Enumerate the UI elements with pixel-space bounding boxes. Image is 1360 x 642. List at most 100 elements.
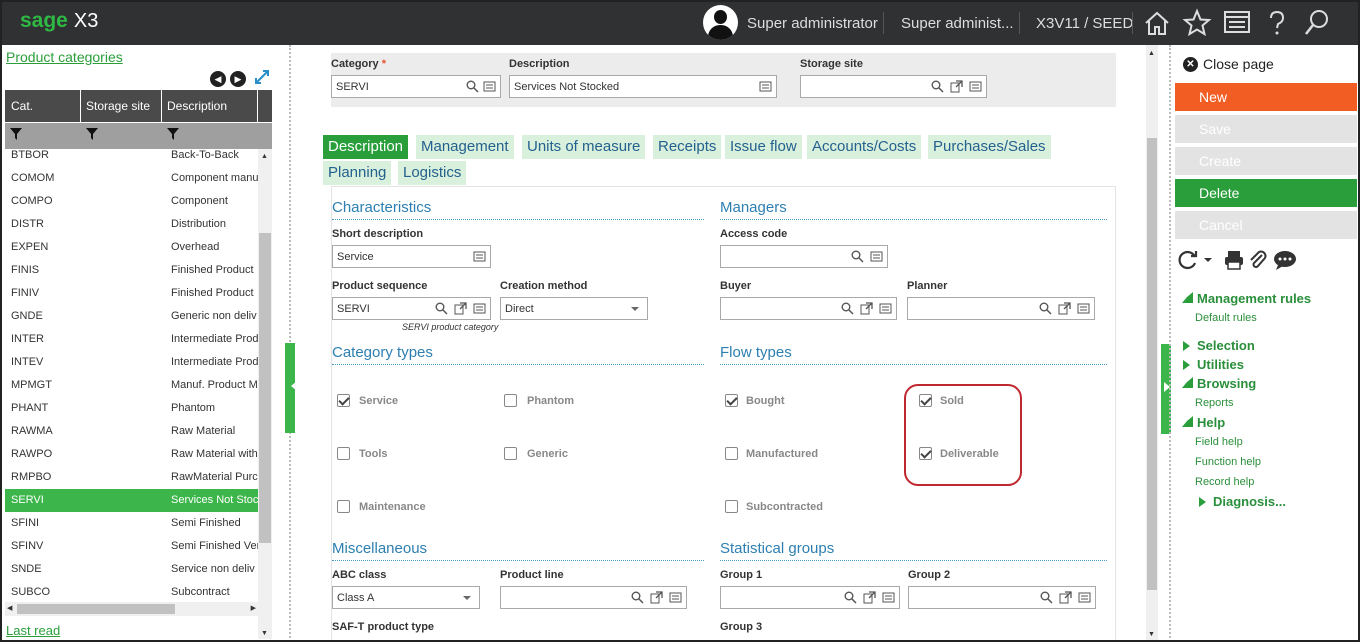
filter-icon[interactable] — [86, 128, 98, 140]
list-icon[interactable] — [882, 591, 895, 604]
filter-icon[interactable] — [167, 128, 179, 140]
product-line-field[interactable] — [500, 586, 687, 609]
short-description-field[interactable]: Service — [332, 245, 491, 268]
category-field[interactable]: SERVI — [331, 75, 501, 98]
description-field[interactable]: Services Not Stocked — [509, 75, 777, 98]
list-item[interactable]: COMPO Component — [5, 190, 258, 213]
group-2-field[interactable] — [908, 586, 1096, 609]
tab-accounts-costs[interactable]: Accounts/Costs — [807, 135, 922, 159]
tab-management[interactable]: Management — [416, 135, 514, 159]
role-name[interactable]: Super administ... — [901, 15, 1014, 32]
access-code-field[interactable] — [720, 245, 888, 268]
star-icon[interactable] — [1182, 8, 1212, 38]
tab-planning[interactable]: Planning — [323, 161, 392, 185]
list-item[interactable]: EXPEN Overhead — [5, 236, 258, 259]
list-icon[interactable] — [969, 80, 982, 93]
list-item[interactable]: RAWMA Raw Material — [5, 420, 258, 443]
help-icon[interactable] — [1262, 8, 1292, 38]
product-sequence-field[interactable]: SERVI — [332, 297, 491, 320]
tab-receipts[interactable]: Receipts — [653, 135, 722, 159]
maintenance-checkbox[interactable] — [337, 500, 350, 513]
search-icon[interactable] — [1040, 591, 1053, 604]
list-icon[interactable] — [669, 591, 682, 604]
close-page-button[interactable]: ✕ Close page — [1183, 56, 1274, 72]
storage-site-field[interactable] — [800, 75, 987, 98]
list-item[interactable]: PHANT Phantom — [5, 397, 258, 420]
new-button[interactable]: New — [1175, 83, 1357, 111]
creation-method-select[interactable]: Direct — [500, 297, 648, 320]
generic-checkbox[interactable] — [504, 447, 517, 460]
default-rules-link[interactable]: Default rules — [1195, 312, 1257, 324]
browsing-menu[interactable]: Browsing — [1197, 376, 1256, 391]
col-description[interactable]: Description — [167, 99, 227, 113]
phantom-checkbox[interactable] — [504, 394, 517, 407]
search-icon[interactable] — [435, 302, 448, 315]
list-item[interactable]: SFINI Semi Finished — [5, 512, 258, 535]
record-help-link[interactable]: Record help — [1195, 476, 1254, 488]
list-item[interactable]: DISTR Distribution — [5, 213, 258, 236]
search-icon[interactable] — [841, 302, 854, 315]
list-item[interactable]: FINIS Finished Product — [5, 259, 258, 282]
avatar[interactable] — [703, 5, 738, 40]
list-item[interactable]: SUBCO Subcontract — [5, 581, 258, 604]
attachment-icon[interactable] — [1247, 249, 1269, 271]
tab-logistics[interactable]: Logistics — [398, 161, 467, 185]
planner-field[interactable] — [907, 297, 1095, 320]
search-icon[interactable] — [844, 591, 857, 604]
next-arrow-icon[interactable]: ▶ — [230, 71, 246, 87]
save-button[interactable]: Save — [1175, 115, 1357, 143]
search-icon[interactable] — [1039, 302, 1052, 315]
list-item[interactable]: SERVI Services Not Stoc — [5, 489, 258, 512]
filter-icon[interactable] — [10, 128, 22, 140]
list-icon[interactable] — [879, 302, 892, 315]
prev-arrow-icon[interactable]: ◀ — [210, 71, 226, 87]
col-storage-site[interactable]: Storage site — [86, 99, 150, 113]
list-item[interactable]: COMOM Component manu — [5, 167, 258, 190]
jump-icon[interactable] — [454, 302, 467, 315]
bought-checkbox[interactable] — [725, 394, 738, 407]
create-button[interactable]: Create — [1175, 147, 1357, 175]
home-icon[interactable] — [1142, 8, 1172, 38]
jump-icon[interactable] — [1059, 591, 1072, 604]
print-icon[interactable] — [1223, 249, 1245, 271]
management-rules-menu[interactable]: Management rules — [1197, 291, 1311, 306]
list-icon[interactable] — [473, 250, 486, 263]
comment-icon[interactable] — [1273, 249, 1297, 271]
list-hscrollbar[interactable]: ◀ ▶ — [5, 602, 258, 616]
delete-button[interactable]: Delete — [1175, 179, 1357, 207]
list-icon[interactable] — [1078, 591, 1091, 604]
list-icon[interactable] — [483, 80, 496, 93]
search-icon[interactable] — [931, 80, 944, 93]
search-icon[interactable] — [1302, 8, 1332, 38]
list-icon[interactable] — [759, 80, 772, 93]
expand-icon[interactable] — [254, 69, 270, 85]
buyer-field[interactable] — [720, 297, 897, 320]
sage-x3-logo[interactable]: sage X3 — [20, 9, 98, 33]
search-icon[interactable] — [466, 80, 479, 93]
list-item[interactable]: MPMGT Manuf. Product M — [5, 374, 258, 397]
list-icon[interactable] — [473, 302, 486, 315]
utilities-menu[interactable]: Utilities — [1183, 357, 1244, 372]
left-panel-toggle[interactable] — [285, 343, 297, 433]
main-scrollbar[interactable]: ▲ ▼ — [1146, 45, 1158, 642]
list-scrollbar[interactable]: ▲ ▼ — [258, 149, 272, 639]
jump-icon[interactable] — [863, 591, 876, 604]
selection-menu[interactable]: Selection — [1183, 338, 1255, 353]
jump-icon[interactable] — [950, 80, 963, 93]
col-cat[interactable]: Cat. — [11, 99, 33, 113]
list-item[interactable]: FINIV Finished Product — [5, 282, 258, 305]
list-item[interactable]: GNDE Generic non deliv — [5, 305, 258, 328]
help-menu[interactable]: Help — [1197, 415, 1225, 430]
tab-purchases-sales[interactable]: Purchases/Sales — [928, 135, 1051, 159]
jump-icon[interactable] — [650, 591, 663, 604]
list-item[interactable]: INTER Intermediate Prod — [5, 328, 258, 351]
function-help-link[interactable]: Function help — [1195, 456, 1261, 468]
list-item[interactable]: SFINV Semi Finished Ver — [5, 535, 258, 558]
tools-checkbox[interactable] — [337, 447, 350, 460]
list-icon[interactable] — [870, 250, 883, 263]
jump-icon[interactable] — [860, 302, 873, 315]
last-read-link[interactable]: Last read — [6, 623, 60, 638]
abc-class-select[interactable]: Class A — [332, 586, 480, 609]
jump-icon[interactable] — [1058, 302, 1071, 315]
service-checkbox[interactable] — [337, 394, 350, 407]
